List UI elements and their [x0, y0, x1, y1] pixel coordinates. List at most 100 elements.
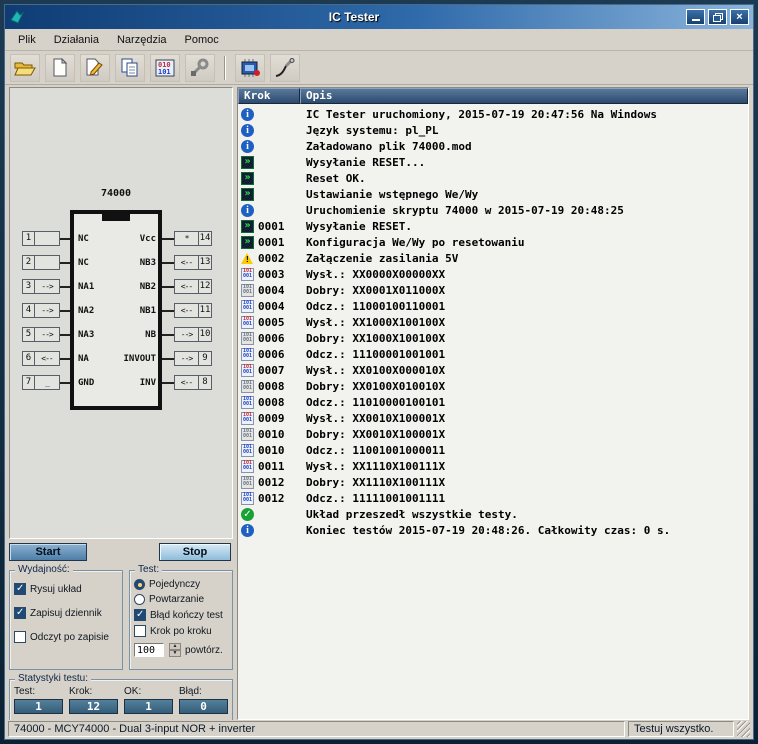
log-step-number: 0007: [258, 364, 302, 377]
log-row[interactable]: 0004Odcz.: 11000100110001: [238, 298, 748, 314]
log-row[interactable]: 0004Dobry: XX0001X011000X: [238, 282, 748, 298]
checkbox-krok-po-kroku[interactable]: [134, 625, 146, 637]
copy-button[interactable]: [115, 54, 145, 82]
log-row[interactable]: 0006Odcz.: 11100001001001: [238, 346, 748, 362]
checkbox-row-odczyt-po-zapisie[interactable]: Odczyt po zapisie: [10, 631, 122, 643]
log-row[interactable]: 0012Dobry: XX1110X100111X: [238, 474, 748, 490]
log-row[interactable]: Uruchomienie skryptu 74000 w 2015-07-19 …: [238, 202, 748, 218]
pin-number: 11: [199, 304, 211, 317]
repeat-count-input[interactable]: [134, 643, 164, 657]
log-row[interactable]: 0008Dobry: XX0100X010010X: [238, 378, 748, 394]
log-message: Reset OK.: [302, 172, 366, 185]
title-bar[interactable]: IC Tester ×: [5, 5, 753, 29]
checkbox-row-b-d-ko-czy-test[interactable]: Błąd kończy test: [130, 609, 232, 621]
repeat-spinner[interactable]: ▲ ▼: [169, 643, 181, 657]
log-row[interactable]: 0008Odcz.: 11010000100101: [238, 394, 748, 410]
edit-script-button[interactable]: [80, 54, 110, 82]
log-row[interactable]: 0009Wysł.: XX0010X100001X: [238, 410, 748, 426]
pin-box-12: <--12: [174, 279, 212, 294]
start-button[interactable]: Start: [9, 543, 87, 561]
probe-button[interactable]: [270, 54, 300, 82]
log-message: Odcz.: 11111001001111: [302, 492, 445, 505]
log-row[interactable]: 0012Odcz.: 11111001001111: [238, 490, 748, 506]
radio-row-powtarzanie[interactable]: Powtarzanie: [130, 594, 232, 605]
pin-box-14: *14: [174, 231, 212, 246]
checkbox-rysuj-uk-ad[interactable]: [14, 583, 26, 595]
checkbox-b-d-ko-czy-test[interactable]: [134, 609, 146, 621]
checkbox-row-krok-po-kroku[interactable]: Krok po kroku: [130, 625, 232, 637]
log-row[interactable]: Układ przeszedł wszystkie testy.: [238, 506, 748, 522]
resize-grip[interactable]: [737, 721, 750, 737]
menu-item-narz-dzia[interactable]: Narzędzia: [109, 31, 175, 49]
reset-icon: [241, 236, 254, 249]
log-row[interactable]: 0010Dobry: XX0010X100001X: [238, 426, 748, 442]
log-message: Dobry: XX0001X011000X: [302, 284, 445, 297]
read-icon: [241, 348, 254, 361]
column-header-krok[interactable]: Krok: [238, 88, 300, 104]
log-row[interactable]: Załadowano plik 74000.mod: [238, 138, 748, 154]
test-chip-button[interactable]: [235, 54, 265, 82]
good-icon: [241, 380, 254, 393]
window-title: IC Tester: [25, 10, 683, 24]
radio-row-pojedynczy[interactable]: Pojedynczy: [130, 579, 232, 590]
log-row[interactable]: 0007Wysł.: XX0100X000010X: [238, 362, 748, 378]
radio-pojedynczy[interactable]: [134, 579, 145, 590]
checkbox-odczyt-po-zapisie[interactable]: [14, 631, 26, 643]
pin-box-11: <--11: [174, 303, 212, 318]
pin-box-6: 6<--: [22, 351, 60, 366]
probe-cable-icon: [274, 58, 296, 78]
new-file-button[interactable]: [45, 54, 75, 82]
stat-label: OK:: [124, 686, 173, 697]
pin-wire: [60, 238, 70, 240]
warn-icon: [241, 252, 254, 265]
log-step-number: 0001: [258, 236, 302, 249]
log-row[interactable]: 0010Odcz.: 11001001000011: [238, 442, 748, 458]
radio-powtarzanie[interactable]: [134, 594, 145, 605]
binary-pattern-button[interactable]: 010 101: [150, 54, 180, 82]
send-icon: [241, 268, 254, 281]
log-row[interactable]: Język systemu: pl_PL: [238, 122, 748, 138]
log-message: Odcz.: 11001001000011: [302, 444, 445, 457]
pin-number: 14: [199, 232, 211, 245]
log-row[interactable]: 0003Wysł.: XX0000X00000XX: [238, 266, 748, 282]
log-row[interactable]: Koniec testów 2015-07-19 20:48:26. Całko…: [238, 522, 748, 538]
minimize-button[interactable]: [686, 9, 705, 25]
pin-box-3: 3-->: [22, 279, 60, 294]
log-row[interactable]: 0011Wysł.: XX1110X100111X: [238, 458, 748, 474]
checkbox-row-zapisuj-dziennik[interactable]: Zapisuj dziennik: [10, 607, 122, 619]
menu-item-dzia-ania[interactable]: Działania: [46, 31, 107, 49]
pin-number: 7: [23, 376, 35, 389]
settings-button[interactable]: [185, 54, 215, 82]
log-row[interactable]: IC Tester uruchomiony, 2015-07-19 20:47:…: [238, 106, 748, 122]
menu-item-plik[interactable]: Plik: [10, 31, 44, 49]
stat-value: 0: [179, 699, 228, 714]
pin-number: 1: [23, 232, 35, 245]
open-file-button[interactable]: [10, 54, 40, 82]
checkbox-zapisuj-dziennik[interactable]: [14, 607, 26, 619]
menu-item-pomoc[interactable]: Pomoc: [177, 31, 227, 49]
checkbox-row-rysuj-uk-ad[interactable]: Rysuj układ: [10, 583, 122, 595]
log-row[interactable]: 0001Konfiguracja We/Wy po resetowaniu: [238, 234, 748, 250]
spinner-down-icon[interactable]: ▼: [169, 650, 181, 657]
log-row[interactable]: Ustawianie wstępnego We/Wy: [238, 186, 748, 202]
log-row[interactable]: Wysyłanie RESET...: [238, 154, 748, 170]
left-panel: 74000 1NC2NC3-->NA14-->NA25-->NA36<--NA7…: [9, 87, 233, 720]
stop-button[interactable]: Stop: [159, 543, 231, 561]
maximize-button[interactable]: [708, 9, 727, 25]
log-row[interactable]: Reset OK.: [238, 170, 748, 186]
column-header-opis[interactable]: Opis: [300, 88, 748, 104]
log-row[interactable]: 0005Wysł.: XX1000X100100X: [238, 314, 748, 330]
pin-label-na1: NA1: [78, 282, 94, 292]
pin-direction-icon: <--: [175, 376, 199, 389]
spinner-up-icon[interactable]: ▲: [169, 643, 181, 650]
log-step-number: 0011: [258, 460, 302, 473]
reset-icon: [241, 156, 254, 169]
pin-direction-icon: _: [35, 376, 59, 389]
close-button[interactable]: ×: [730, 9, 749, 25]
log-row[interactable]: 0002Załączenie zasilania 5V: [238, 250, 748, 266]
log-row[interactable]: 0006Dobry: XX1000X100100X: [238, 330, 748, 346]
pin-wire: [60, 310, 70, 312]
pin-direction-icon: [35, 256, 59, 269]
checkbox-label: Krok po kroku: [150, 626, 212, 637]
log-row[interactable]: 0001Wysyłanie RESET.: [238, 218, 748, 234]
